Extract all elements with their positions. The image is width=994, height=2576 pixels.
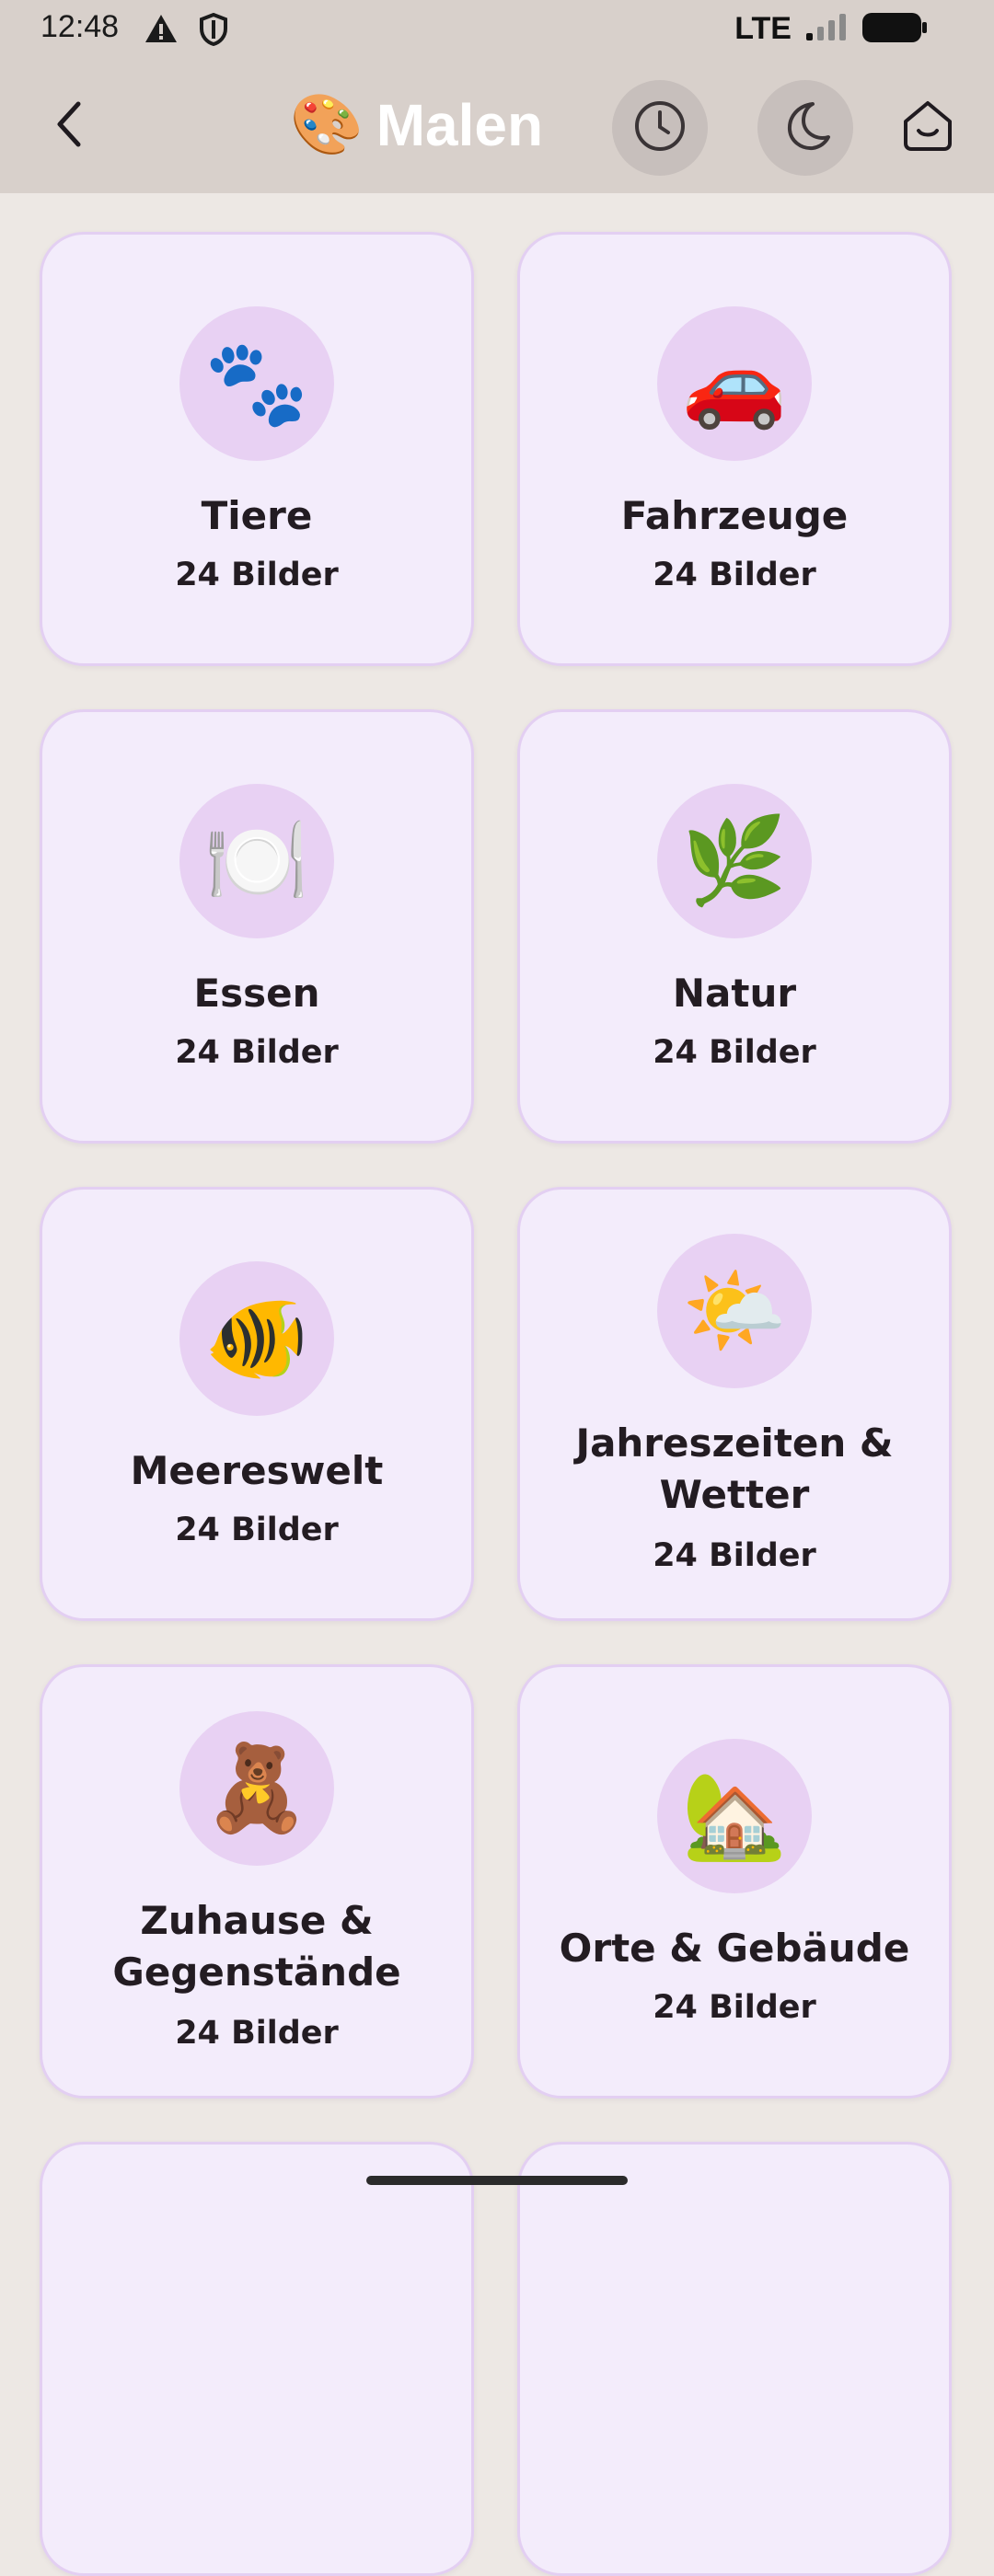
category-card-jahreszeiten-wetter[interactable]: 🌤️ Jahreszeiten & Wetter 24 Bilder (517, 1187, 952, 1621)
status-time: 12:48 (40, 9, 120, 44)
category-title: Natur (672, 971, 797, 1016)
house-icon: 🏡 (657, 1739, 812, 1893)
category-title-line: Jahreszeiten & (575, 1420, 894, 1466)
category-card-partial[interactable] (40, 2142, 474, 2576)
category-card-essen[interactable]: 🍽️ Essen 24 Bilder (40, 709, 474, 1144)
category-count: 24 Bilder (175, 2015, 339, 2052)
app-header: 🎨 Malen (0, 57, 994, 193)
category-title-line: Zuhause & (140, 1898, 374, 1943)
history-button[interactable] (612, 80, 708, 176)
category-title-line: Gegenstände (112, 1949, 401, 1995)
category-count: 24 Bilder (175, 557, 339, 593)
signal-icon (804, 13, 849, 46)
category-count: 24 Bilder (653, 1989, 816, 2026)
page-title: 🎨 Malen (290, 90, 543, 160)
back-button[interactable] (37, 94, 101, 158)
category-title: Orte & Gebäude (559, 1926, 910, 1971)
category-count: 24 Bilder (653, 1034, 816, 1071)
warning-icon (144, 13, 179, 48)
category-title: Jahreszeiten & Wetter (538, 1418, 930, 1521)
plate-cutlery-icon: 🍽️ (179, 784, 334, 938)
category-card-tiere[interactable]: 🐾 Tiere 24 Bilder (40, 232, 474, 666)
category-card-partial[interactable] (517, 2142, 952, 2576)
network-type: LTE (734, 11, 792, 46)
night-mode-moon-icon (778, 98, 833, 157)
category-card-orte-gebaeude[interactable]: 🏡 Orte & Gebäude 24 Bilder (517, 1664, 952, 2099)
sun-cloud-icon: 🌤️ (657, 1234, 812, 1388)
category-count: 24 Bilder (175, 1512, 339, 1548)
category-title: Zuhause & Gegenstände (61, 1895, 453, 1998)
paw-icon: 🐾 (179, 306, 334, 461)
status-bar: 12:48 LTE (0, 0, 994, 57)
category-count: 24 Bilder (653, 557, 816, 593)
category-card-fahrzeuge[interactable]: 🚗 Fahrzeuge 24 Bilder (517, 232, 952, 666)
car-icon: 🚗 (657, 306, 812, 461)
herb-icon: 🌿 (657, 784, 812, 938)
teddy-bear-icon: 🧸 (179, 1711, 334, 1866)
category-title: Fahrzeuge (620, 493, 849, 538)
category-title: Meereswelt (130, 1448, 384, 1493)
category-title-line: Wetter (659, 1472, 810, 1517)
page-title-text: Malen (376, 92, 544, 158)
category-count: 24 Bilder (653, 1537, 816, 1574)
category-title: Essen (193, 971, 320, 1016)
gesture-home-indicator[interactable] (366, 2176, 628, 2185)
category-count: 24 Bilder (175, 1034, 339, 1071)
palette-icon: 🎨 (290, 91, 364, 159)
night-mode-button[interactable] (757, 80, 853, 176)
category-card-zuhause-gegenstaende[interactable]: 🧸 Zuhause & Gegenstände 24 Bilder (40, 1664, 474, 2099)
category-card-natur[interactable]: 🌿 Natur 24 Bilder (517, 709, 952, 1144)
category-card-meereswelt[interactable]: 🐠 Meereswelt 24 Bilder (40, 1187, 474, 1621)
home-button[interactable] (893, 92, 963, 162)
history-clock-icon (632, 98, 688, 157)
battery-icon (861, 12, 928, 47)
shield-icon (199, 12, 228, 50)
status-right-group: LTE (734, 11, 928, 47)
category-title: Tiere (201, 493, 313, 538)
back-icon (51, 98, 87, 154)
fish-icon: 🐠 (179, 1261, 334, 1416)
home-icon (900, 98, 955, 156)
